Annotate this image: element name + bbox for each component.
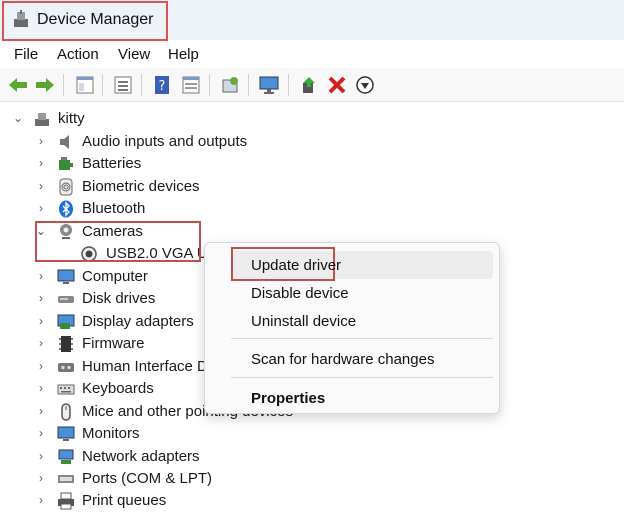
forward-arrow-icon[interactable] (33, 73, 57, 97)
mouse-icon (61, 403, 71, 421)
computer-root-icon (35, 113, 49, 126)
computer-icon (57, 269, 75, 284)
tree-label: Firmware (82, 335, 145, 352)
menu-view[interactable]: View (118, 46, 150, 63)
update-driver-menu-item[interactable]: Update driver (251, 257, 341, 274)
tree-label: Ports (COM & LPT) (82, 470, 213, 487)
chip-icon (59, 336, 73, 352)
chevron-right-icon[interactable]: › (35, 179, 47, 193)
tree-label: Bluetooth (82, 200, 146, 217)
tree-label: Batteries (82, 155, 142, 172)
tree-item-ports[interactable]: › Ports (COM & LPT) (0, 468, 624, 490)
menu-action[interactable]: Action (57, 46, 99, 63)
battery-icon (59, 157, 73, 170)
add-driver-icon[interactable] (297, 73, 321, 97)
back-arrow-icon[interactable] (6, 73, 30, 97)
download-icon[interactable] (353, 73, 377, 97)
cameras-highlight-box (35, 221, 201, 262)
help-icon[interactable]: ? (150, 73, 174, 97)
chevron-right-icon[interactable]: › (35, 156, 47, 170)
network-icon (58, 449, 74, 464)
tree-label: Network adapters (82, 448, 200, 465)
monitor-icon (57, 426, 75, 441)
list-view-icon[interactable] (111, 73, 135, 97)
properties-sheet-icon[interactable] (73, 73, 97, 97)
chevron-right-icon[interactable]: › (35, 201, 47, 215)
hid-icon (58, 363, 74, 372)
tree-item-bluetooth[interactable]: › Bluetooth (0, 198, 624, 220)
printer-icon (58, 492, 74, 510)
menu-divider (231, 338, 493, 339)
tree-label: Print queues (82, 492, 167, 509)
chevron-right-icon[interactable]: › (35, 381, 47, 395)
tree-item-network[interactable]: › Network adapters (0, 446, 624, 468)
display-adapter-icon (57, 314, 75, 329)
context-menu: Update driver Disable device Uninstall d… (204, 242, 500, 414)
bluetooth-icon (59, 200, 73, 218)
title-highlight-box (2, 1, 168, 41)
uninstall-device-menu-item[interactable]: Uninstall device (251, 313, 356, 330)
disable-device-menu-item[interactable]: Disable device (251, 285, 349, 302)
toolbar: ? (0, 68, 624, 102)
tree-item-monitors[interactable]: › Monitors (0, 423, 624, 445)
tree-label: Display adapters (82, 313, 194, 330)
tree-label: Computer (82, 268, 148, 285)
menu-bar: File Action View Help (0, 42, 624, 68)
menu-divider (231, 377, 493, 378)
root-label: kitty (58, 110, 85, 127)
tree-label: Keyboards (82, 380, 154, 397)
chevron-right-icon[interactable]: › (35, 493, 47, 507)
scan-hardware-icon[interactable] (218, 73, 242, 97)
tree-root[interactable]: ⌄ kitty (0, 108, 624, 130)
tree-item-biometric[interactable]: › Biometric devices (0, 176, 624, 198)
tree-label: Disk drives (82, 290, 156, 307)
chevron-right-icon[interactable]: › (35, 404, 47, 418)
tree-item-batteries[interactable]: › Batteries (0, 153, 624, 175)
speaker-icon (60, 135, 69, 149)
keyboard-icon (57, 384, 75, 395)
fingerprint-icon (59, 178, 73, 196)
properties-menu-item[interactable]: Properties (251, 390, 325, 407)
chevron-right-icon[interactable]: › (35, 449, 47, 463)
chevron-right-icon[interactable]: › (35, 314, 47, 328)
chevron-right-icon[interactable]: › (35, 359, 47, 373)
chevron-right-icon[interactable]: › (35, 471, 47, 485)
tree-label: Biometric devices (82, 178, 200, 195)
monitor-icon[interactable] (257, 73, 281, 97)
tree-label: Human Interface D (82, 358, 208, 375)
tree-item-hid[interactable]: › Human Interface D (0, 356, 208, 378)
chevron-right-icon[interactable]: › (35, 134, 47, 148)
chevron-right-icon[interactable]: › (35, 426, 47, 440)
chevron-down-icon[interactable]: ⌄ (12, 111, 24, 125)
chevron-right-icon[interactable]: › (35, 336, 47, 350)
menu-file[interactable]: File (14, 46, 38, 63)
remove-device-icon[interactable] (325, 73, 349, 97)
scan-hardware-menu-item[interactable]: Scan for hardware changes (251, 351, 434, 368)
tree-label: Monitors (82, 425, 140, 442)
chevron-right-icon[interactable]: › (35, 291, 47, 305)
menu-help[interactable]: Help (168, 46, 199, 63)
disk-icon (58, 296, 74, 303)
tree-item-print-queues[interactable]: › Print queues (0, 490, 624, 512)
port-icon (58, 475, 74, 483)
details-view-icon[interactable] (179, 73, 203, 97)
chevron-right-icon[interactable]: › (35, 269, 47, 283)
tree-item-keyboards[interactable]: › Keyboards (0, 378, 204, 400)
tree-label: Audio inputs and outputs (82, 133, 248, 150)
tree-item-audio[interactable]: › Audio inputs and outputs (0, 131, 624, 153)
svg-text:?: ? (159, 79, 166, 94)
